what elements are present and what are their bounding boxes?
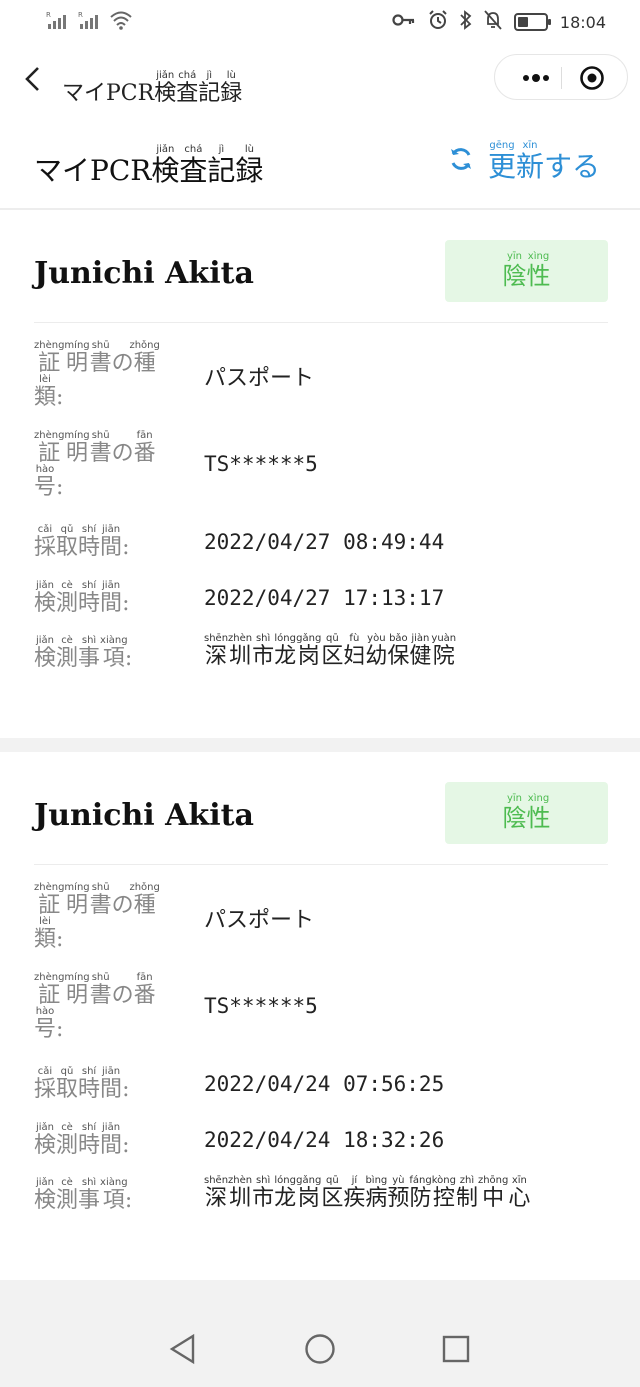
status-bar-right: 18:04 xyxy=(392,10,606,34)
refresh-label: 更gēng新xīnする xyxy=(487,140,600,183)
recents-square-icon[interactable] xyxy=(439,1332,473,1366)
result-badge: 陰yīn 性xìng xyxy=(445,782,608,844)
field-value: TS******5 xyxy=(204,994,318,1018)
battery-icon xyxy=(513,13,551,31)
nav-title: マイPCR検jiǎn査chá記jì録lù xyxy=(62,70,243,106)
field-value: 深shēn圳zhèn市shì龙lóng岗gǎng区qū疾jí病bìng预yù防f… xyxy=(204,1175,531,1211)
field-value: パスポート xyxy=(204,366,315,391)
field-value: パスポート xyxy=(204,908,315,933)
wifi-icon xyxy=(110,10,132,34)
record-name: Junichi Akita xyxy=(34,256,254,291)
mute-icon xyxy=(484,10,502,34)
field-label: 検jiǎn測cè時shí間jiān: xyxy=(34,580,130,616)
home-circle-icon[interactable] xyxy=(303,1332,337,1366)
status-bar-left: R R xyxy=(46,10,132,34)
field-value: 2022/04/27 08:49:44 xyxy=(204,530,445,554)
mini-program-capsule xyxy=(494,54,628,100)
more-icon[interactable] xyxy=(509,63,561,93)
record-list: Junichi Akita 陰yīn 性xìng 証zhèng明míng書shūの種z… xyxy=(0,210,640,1310)
field-label: 採cǎi取qǔ時shí間jiān: xyxy=(34,1066,130,1102)
field-label: 検jiǎn測cè事shì項xiàng: xyxy=(34,1177,133,1213)
field-value: 深shēn圳zhèn市shì龙lóng岗gǎng区qū妇fù幼yòu保bǎo健j… xyxy=(204,633,457,669)
result-badge: 陰yīn 性xìng xyxy=(445,240,608,302)
field-label: 検jiǎn測cè事shì項xiàng: xyxy=(34,635,133,671)
svg-text:R: R xyxy=(46,11,51,19)
key-icon xyxy=(392,12,416,32)
field-label: 証zhèng明míng書shūの番fān号hào: xyxy=(34,972,156,1043)
record-card[interactable]: Junichi Akita 陰yīn 性xìng 証zhèng明míng書shūの種z… xyxy=(0,210,640,738)
page-title: マイPCR検jiǎn査chá記jì録lù xyxy=(34,144,264,187)
alarm-icon xyxy=(428,10,448,34)
svg-text:R: R xyxy=(78,11,83,19)
field-label: 証zhèng明míng書shūの種zhǒng類lèi: xyxy=(34,882,160,953)
card-divider xyxy=(34,322,608,323)
field-value: 2022/04/24 07:56:25 xyxy=(204,1072,445,1096)
card-divider xyxy=(34,864,608,865)
bluetooth-icon xyxy=(460,10,472,34)
field-label: 証zhèng明míng書shūの番fān号hào: xyxy=(34,430,156,501)
refresh-icon xyxy=(448,146,474,179)
battery-fill xyxy=(517,17,528,27)
capsule-divider xyxy=(561,67,562,89)
back-icon[interactable] xyxy=(18,62,48,96)
status-bar: R R 18:04 xyxy=(0,0,640,44)
nav-bar: マイPCR検jiǎn査chá記jì録lù xyxy=(0,44,640,114)
field-value: 2022/04/24 18:32:26 xyxy=(204,1128,445,1152)
close-mini-program-icon[interactable] xyxy=(579,65,605,91)
page-header: マイPCR検jiǎn査chá記jì録lù 更gēng新xīnする xyxy=(0,114,640,210)
record-name: Junichi Akita xyxy=(34,798,254,833)
record-card[interactable]: Junichi Akita 陰yīn 性xìng 証zhèng明míng書shūの種z… xyxy=(0,752,640,1280)
field-label: 証zhèng明míng書shūの種zhǒng類lèi: xyxy=(34,340,160,411)
back-triangle-icon[interactable] xyxy=(166,1332,200,1366)
system-nav-bar xyxy=(0,1310,640,1387)
refresh-button[interactable]: 更gēng新xīnする xyxy=(448,140,600,185)
status-time: 18:04 xyxy=(559,12,606,32)
signal-sim1-icon: R xyxy=(46,10,68,34)
field-value: TS******5 xyxy=(204,452,318,476)
field-value: 2022/04/27 17:13:17 xyxy=(204,586,445,610)
field-label: 採cǎi取qǔ時shí間jiān: xyxy=(34,524,130,560)
signal-sim2-icon: R xyxy=(78,10,100,34)
field-label: 検jiǎn測cè時shí間jiān: xyxy=(34,1122,130,1158)
